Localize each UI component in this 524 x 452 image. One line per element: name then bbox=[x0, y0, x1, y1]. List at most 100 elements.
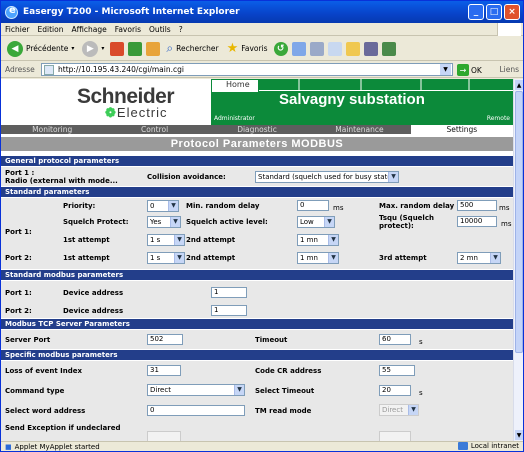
chevron-down-icon: ▼ bbox=[388, 172, 398, 182]
max-delay-label: Max. random delay bbox=[379, 202, 455, 210]
title-bar[interactable]: Easergy T200 - Microsoft Internet Explor… bbox=[1, 1, 523, 23]
menu-favoris[interactable]: Favoris bbox=[115, 25, 141, 34]
window-title: Easergy T200 - Microsoft Internet Explor… bbox=[23, 7, 240, 17]
star-icon: ★ bbox=[226, 41, 239, 56]
tab-monitoring[interactable]: Monitoring bbox=[1, 125, 103, 134]
links-button[interactable]: Liens bbox=[499, 65, 519, 74]
p2-first-label: 1st attempt bbox=[63, 254, 110, 262]
search-button[interactable]: ⌕ Rechercher bbox=[164, 39, 220, 59]
p2-third-select[interactable]: 2 mn ▼ bbox=[457, 252, 501, 264]
edit-icon[interactable] bbox=[327, 41, 342, 56]
port-label: Port 1 : Radio (external with mode... bbox=[5, 169, 118, 185]
home-link[interactable]: Home bbox=[211, 79, 259, 93]
p1-first-label: 1st attempt bbox=[63, 236, 110, 244]
extra-select[interactable] bbox=[379, 431, 411, 441]
tab-settings[interactable]: Settings bbox=[410, 125, 513, 134]
favorites-button[interactable]: ★ Favoris bbox=[225, 39, 270, 59]
refresh-icon[interactable] bbox=[128, 41, 143, 56]
user-role: Administrator bbox=[214, 115, 255, 122]
cmd-type-select[interactable]: Direct ▼ bbox=[147, 384, 245, 396]
loss-input[interactable]: 31 bbox=[147, 365, 181, 376]
menu-fichier[interactable]: Fichier bbox=[5, 25, 30, 34]
port1-device-label: Device address bbox=[63, 289, 124, 297]
menu-outils[interactable]: Outils bbox=[149, 25, 171, 34]
toolbar: ◀ Précédente ▾ ▶ ▾ ⌕ Rechercher ★ Favori… bbox=[1, 37, 523, 61]
std-modbus-block: Port 1: Device address 1 Port 2: Device … bbox=[1, 280, 513, 318]
menu-affichage[interactable]: Affichage bbox=[71, 25, 106, 34]
address-label: Adresse bbox=[5, 65, 35, 74]
applet-icon: ■ bbox=[5, 443, 12, 451]
max-delay-input[interactable]: 500 bbox=[457, 200, 497, 211]
back-button[interactable]: ◀ Précédente ▾ bbox=[5, 39, 76, 59]
p2-second-label: 2nd attempt bbox=[186, 254, 236, 262]
timeout-input[interactable]: 60 bbox=[379, 334, 411, 345]
sel-timeout-input[interactable]: 20 bbox=[379, 385, 411, 396]
send-exception-select[interactable] bbox=[147, 431, 181, 441]
chevron-down-icon: ▼ bbox=[168, 201, 178, 211]
research-icon[interactable] bbox=[363, 41, 378, 56]
messenger-icon[interactable] bbox=[381, 41, 396, 56]
section-std-modbus: Standard modbus parameters bbox=[1, 270, 513, 280]
main-nav: Monitoring Control Diagnostic Maintenanc… bbox=[1, 125, 513, 134]
squelch-level-label: Squelch active level: bbox=[186, 218, 268, 226]
status-text: Applet MyApplet started bbox=[14, 443, 100, 451]
tab-control[interactable]: Control bbox=[103, 125, 205, 134]
sel-word-input[interactable]: 0 bbox=[147, 405, 245, 416]
banner: Schneider ❁Electric Salvagny substation … bbox=[1, 79, 513, 125]
tm-read-select[interactable]: Direct ▼ bbox=[379, 404, 419, 416]
server-port-label: Server Port bbox=[5, 336, 51, 344]
tab-diagnostic[interactable]: Diagnostic bbox=[206, 125, 308, 134]
mail-icon[interactable] bbox=[291, 41, 306, 56]
p2-third-label: 3rd attempt bbox=[379, 254, 427, 262]
menu-bar: Fichier Edition Affichage Favoris Outils… bbox=[1, 23, 523, 36]
home-icon[interactable] bbox=[146, 41, 161, 56]
p2-first-select[interactable]: 1 s ▼ bbox=[147, 252, 185, 264]
scroll-thumb[interactable] bbox=[515, 91, 523, 353]
maximize-button[interactable]: □ bbox=[486, 4, 502, 20]
menu-edition[interactable]: Edition bbox=[38, 25, 64, 34]
section-specific: Specific modbus parameters bbox=[1, 350, 513, 360]
print-icon[interactable] bbox=[309, 41, 324, 56]
collision-select[interactable]: Standard (squelch used for busy state) ▼ bbox=[255, 171, 399, 183]
server-port-input[interactable]: 502 bbox=[147, 334, 183, 345]
squelch-level-select[interactable]: Low ▼ bbox=[297, 216, 335, 228]
minimize-button[interactable]: _ bbox=[468, 4, 484, 20]
p1-second-select[interactable]: 1 mn ▼ bbox=[297, 234, 339, 246]
code-cr-input[interactable]: 55 bbox=[379, 365, 415, 376]
tsqu-input[interactable]: 10000 bbox=[457, 216, 497, 227]
folder-icon[interactable] bbox=[345, 41, 360, 56]
status-bar: ■ Applet MyApplet started Local intranet bbox=[1, 441, 523, 451]
menu-help[interactable]: ? bbox=[179, 25, 183, 34]
scroll-down-icon[interactable]: ▼ bbox=[515, 430, 523, 440]
close-button[interactable]: × bbox=[504, 4, 520, 20]
code-cr-label: Code CR address bbox=[255, 367, 322, 375]
schneider-logo: Schneider ❁Electric bbox=[77, 85, 175, 120]
address-input[interactable]: http://10.195.43.240/cgi/main.cgi ▼ bbox=[41, 63, 453, 76]
section-general: General protocol parameters bbox=[1, 156, 513, 166]
port1-device-input[interactable]: 1 bbox=[211, 287, 247, 298]
priority-select[interactable]: 0 ▼ bbox=[147, 200, 179, 212]
go-arrow-icon: → bbox=[457, 64, 469, 76]
forward-button[interactable]: ▶ ▾ bbox=[80, 39, 106, 59]
back-arrow-icon: ◀ bbox=[7, 40, 23, 57]
vertical-scrollbar[interactable]: ▲ ▼ bbox=[513, 79, 523, 441]
stop-icon[interactable] bbox=[110, 41, 125, 56]
history-icon[interactable]: ↺ bbox=[273, 41, 288, 56]
tsqu-unit: ms bbox=[501, 220, 512, 228]
squelch-protect-select[interactable]: Yes ▼ bbox=[147, 216, 181, 228]
cmd-type-label: Command type bbox=[5, 387, 65, 395]
page-content: Schneider ❁Electric Salvagny substation … bbox=[1, 79, 513, 441]
p1-first-select[interactable]: 1 s ▼ bbox=[147, 234, 185, 246]
go-button[interactable]: → OK bbox=[457, 64, 482, 76]
standard-block: Priority: 0 ▼ Min. random delay 0 ms Max.… bbox=[1, 197, 513, 269]
tsqu-label: Tsqu (Squelch protect): bbox=[379, 214, 434, 230]
address-bar: Adresse http://10.195.43.240/cgi/main.cg… bbox=[1, 62, 523, 78]
p2-second-select[interactable]: 1 mn ▼ bbox=[297, 252, 339, 264]
port2-device-input[interactable]: 1 bbox=[211, 305, 247, 316]
address-dropdown[interactable]: ▼ bbox=[440, 64, 451, 75]
min-delay-label: Min. random delay bbox=[186, 202, 260, 210]
tab-maintenance[interactable]: Maintenance bbox=[308, 125, 410, 134]
min-delay-input[interactable]: 0 bbox=[297, 200, 329, 211]
search-icon: ⌕ bbox=[166, 41, 174, 55]
scroll-up-icon[interactable]: ▲ bbox=[515, 80, 523, 90]
